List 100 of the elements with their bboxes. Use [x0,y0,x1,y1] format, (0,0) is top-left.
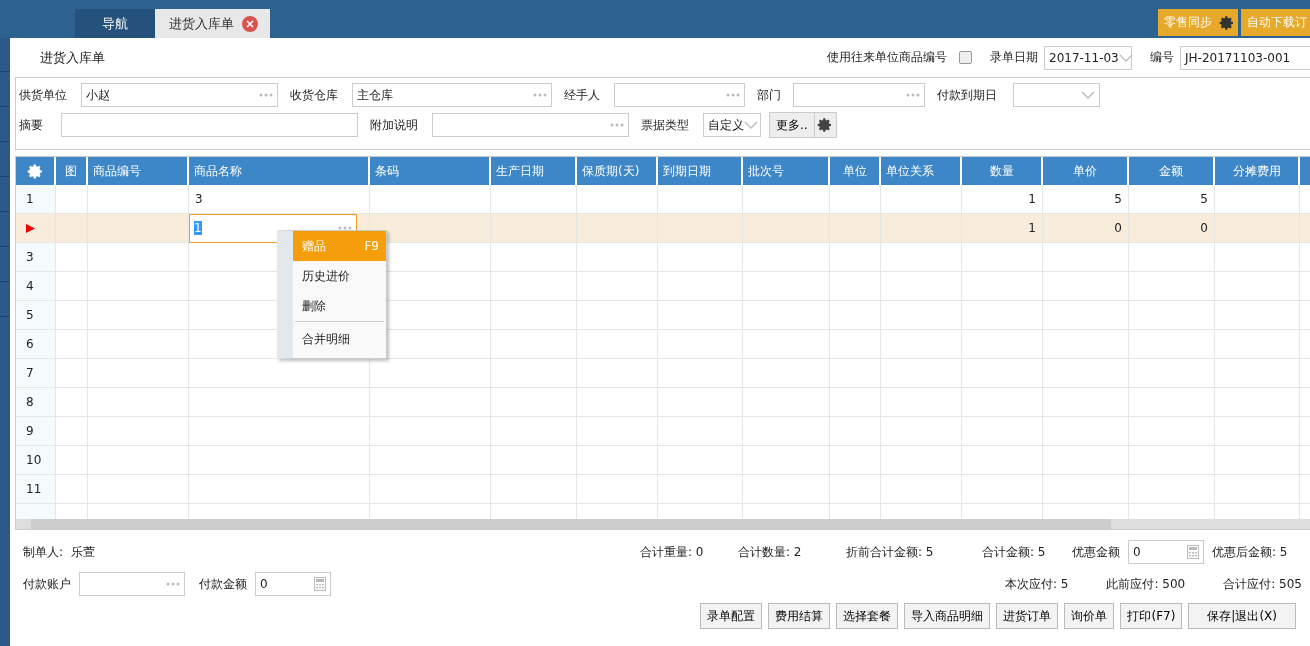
field-label: 供货单位 [19,86,68,104]
row-number: 1 [16,185,56,213]
more-icon[interactable] [906,93,920,97]
column-header[interactable]: 单位关系 [886,162,934,180]
column-header[interactable]: 单价 [1073,162,1097,180]
field-label: 经手人 [564,86,601,104]
column-header[interactable]: 数量 [989,162,1014,180]
column-header[interactable]: 生产日期 [496,162,544,180]
table-row[interactable]: 9 [16,417,1310,446]
settings-icon[interactable] [26,162,44,180]
current-row-icon [26,223,35,233]
column-header[interactable]: 金额 [1159,162,1183,180]
checkbox[interactable] [959,51,972,64]
field-label: 优惠金额 [1072,543,1120,561]
action-button[interactable]: 保存|退出(X) [1188,603,1296,629]
field-label: 付款账户 [23,575,71,593]
field-label: 附加说明 [370,116,419,134]
horizontal-scrollbar[interactable] [16,519,1310,529]
action-button[interactable]: 费用结算 [768,603,831,629]
column-header[interactable]: 批次号 [748,162,784,180]
table-cell: 1 [1028,221,1036,235]
creator-label: 制单人: [23,543,64,561]
settings-icon[interactable] [1219,14,1235,31]
action-button[interactable]: 选择套餐 [836,603,899,629]
payable-stat: 本次应付: 5 [1004,575,1069,593]
column-header[interactable]: 图 [65,162,77,180]
table-cell: 5 [1200,192,1208,206]
table-row[interactable]: 10 [16,446,1310,475]
input-field[interactable]: 0 [1128,540,1204,564]
column-header[interactable]: 到期日期 [663,162,711,180]
input-field[interactable] [614,83,745,107]
input-field[interactable] [432,113,629,137]
field-label: 部门 [757,86,782,104]
total-stat: 合计重量: 0 [640,543,705,561]
input-field[interactable] [61,113,358,137]
column-header[interactable]: 条码 [375,162,399,180]
more-icon[interactable] [338,226,352,230]
settings-button[interactable] [814,112,837,138]
settings-icon[interactable] [817,117,834,133]
table-row[interactable]: 8 [16,388,1310,417]
column-header[interactable]: 单位 [842,162,867,180]
table-row[interactable]: 7 [16,359,1310,388]
total-stat: 合计数量: 2 [738,543,803,561]
row-number: 9 [16,417,56,445]
table-cell: 0 [1200,221,1208,235]
column-header[interactable]: 商品名称 [194,162,242,180]
more-icon[interactable] [533,93,547,97]
more-icon[interactable] [166,582,180,586]
field-label: 录单日期 [990,49,1038,66]
dropdown-field[interactable]: 自定义 [703,113,761,137]
action-button[interactable]: 导入商品明细 [904,603,991,629]
action-button[interactable]: 询价单 [1064,603,1115,629]
payable-stat: 合计应付: 505 [1223,575,1302,593]
form-title: 进货入库单 [40,48,105,67]
close-icon[interactable] [242,15,258,32]
more-icon[interactable] [259,93,273,97]
field-label: 付款到期日 [937,86,998,104]
row-number: 11 [16,475,56,503]
more-icon[interactable] [726,93,740,97]
input-field[interactable] [793,83,925,107]
input-field[interactable]: 主仓库 [352,83,552,107]
row-number: 8 [16,388,56,416]
field-label: 收货仓库 [290,86,339,104]
row-number: 10 [16,446,56,474]
chevron-down-icon[interactable] [1081,90,1095,100]
field-label: 编号 [1150,49,1174,66]
action-button[interactable]: 打印(F7) [1120,603,1183,629]
row-number: 6 [16,330,56,358]
table-cell: 0 [1114,221,1122,235]
more-button[interactable]: 更多.. [769,112,815,138]
chevron-down-icon[interactable] [1118,52,1133,63]
field-label: 使用往来单位商品编号 [827,49,947,66]
row-number: 7 [16,359,56,387]
column-header[interactable]: 保质期(天) [582,162,640,180]
input-field[interactable] [79,572,185,596]
chevron-down-icon[interactable] [744,120,758,130]
column-header[interactable]: 分摊费用 [1232,162,1281,180]
total-stat: 合计金额: 5 [982,543,1047,561]
column-header[interactable]: 商品编号 [93,162,141,180]
input-field[interactable]: 0 [255,572,331,596]
total-stat: 折前合计金额: 5 [846,543,935,561]
table-cell: 1 [1028,192,1036,206]
row-number: 5 [16,301,56,329]
payable-stat: 此前应付: 500 [1106,575,1186,593]
field-label: 付款金额 [199,575,247,593]
input-field[interactable]: 小赵 [81,83,278,107]
field-label: 摘要 [19,116,44,134]
table-cell: 3 [195,192,203,206]
date-field[interactable]: 2017-11-03 [1044,45,1132,70]
calculator-icon[interactable] [1187,545,1199,559]
tab[interactable]: 进货入库单 [155,9,270,38]
number-field[interactable]: JH-20171103-001 [1180,45,1310,70]
total-stat: 优惠后金额: 5 [1212,543,1289,561]
table-row[interactable]: 11 [16,475,1310,504]
more-icon[interactable] [610,123,624,127]
tab[interactable]: 导航 [75,9,155,38]
calculator-icon[interactable] [314,577,326,591]
dropdown-field[interactable] [1013,83,1100,107]
action-button[interactable]: 进货订单 [996,603,1059,629]
action-button[interactable]: 录单配置 [700,603,763,629]
